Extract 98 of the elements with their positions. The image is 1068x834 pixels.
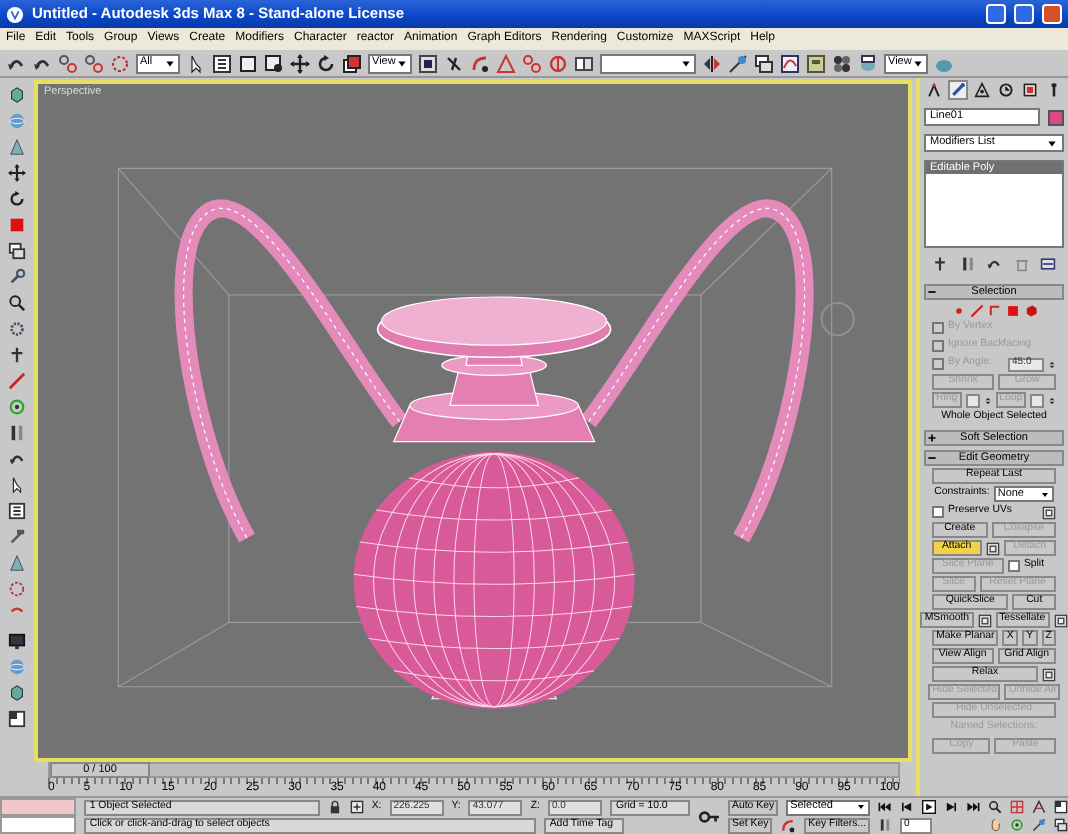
modify-icon[interactable] bbox=[948, 80, 968, 100]
wrench-icon[interactable] bbox=[7, 268, 25, 286]
create-icon[interactable] bbox=[924, 80, 944, 100]
mirror-icon[interactable] bbox=[702, 53, 722, 73]
go-to-end-icon[interactable] bbox=[966, 800, 980, 814]
app-icon bbox=[6, 5, 24, 23]
maximize-button[interactable] bbox=[1014, 4, 1034, 24]
pin-icon[interactable] bbox=[932, 256, 948, 272]
bars-icon[interactable] bbox=[878, 818, 892, 832]
go-to-start-icon[interactable] bbox=[878, 800, 892, 814]
spinner-arrows-icon[interactable] bbox=[983, 393, 992, 407]
hand-icon[interactable] bbox=[988, 818, 1002, 832]
dropdown-arrow-icon bbox=[396, 57, 408, 69]
maximize-icon[interactable] bbox=[7, 710, 25, 728]
move-arrows-icon[interactable] bbox=[290, 53, 310, 73]
vertex-icon[interactable] bbox=[951, 303, 965, 317]
script-input-field[interactable] bbox=[0, 816, 76, 834]
motion-icon[interactable] bbox=[996, 80, 1016, 100]
rotate-arrow-icon[interactable] bbox=[7, 190, 25, 208]
scale-squares-icon[interactable] bbox=[342, 53, 362, 73]
dropdown[interactable] bbox=[600, 53, 696, 73]
circles-icon[interactable] bbox=[522, 53, 542, 73]
hammer-icon[interactable] bbox=[7, 528, 25, 546]
cone-icon[interactable] bbox=[7, 554, 25, 572]
curved-arrow-icon[interactable] bbox=[7, 450, 25, 468]
configure-icon[interactable] bbox=[1040, 256, 1056, 272]
vase-drawing[interactable] bbox=[174, 199, 814, 709]
snap-curve-icon[interactable] bbox=[780, 817, 797, 833]
rotate-arrow-icon[interactable] bbox=[316, 53, 336, 73]
gear-icon[interactable] bbox=[7, 320, 25, 338]
plus-box-icon[interactable] bbox=[349, 800, 364, 814]
dropdown-arrow-icon bbox=[1046, 137, 1058, 149]
checkbox[interactable] bbox=[1007, 560, 1020, 572]
link-icon[interactable] bbox=[84, 53, 104, 73]
box-icon[interactable] bbox=[7, 86, 25, 104]
spheres-icon[interactable] bbox=[832, 53, 852, 73]
spinner-arrows-icon[interactable] bbox=[1048, 357, 1056, 371]
lock-icon[interactable] bbox=[327, 800, 342, 814]
dropdown-arrow-icon bbox=[856, 802, 866, 812]
link-icon[interactable] bbox=[58, 53, 78, 73]
dropdown-arrow-icon bbox=[912, 57, 924, 69]
search-icon[interactable] bbox=[988, 800, 1002, 814]
layers-icon[interactable] bbox=[754, 53, 774, 73]
maximize-icon[interactable] bbox=[1054, 800, 1068, 814]
dropdown-arrow-icon bbox=[680, 57, 692, 69]
align-icon[interactable] bbox=[728, 53, 748, 73]
snap-curve-icon[interactable] bbox=[470, 53, 490, 73]
curve-editor-icon[interactable] bbox=[780, 53, 800, 73]
circle-outline bbox=[820, 302, 855, 337]
monitor-icon[interactable] bbox=[7, 632, 25, 650]
dropdown-arrow-icon bbox=[164, 57, 176, 69]
dashed-ring-icon[interactable] bbox=[110, 53, 130, 73]
settings-icon[interactable] bbox=[985, 541, 1000, 555]
next-frame-icon[interactable] bbox=[944, 800, 958, 814]
search-icon[interactable] bbox=[7, 294, 25, 312]
color-swatch[interactable] bbox=[1048, 109, 1064, 125]
polygon-icon[interactable] bbox=[7, 216, 25, 234]
field-of-view-icon[interactable] bbox=[1032, 800, 1046, 814]
settings-icon[interactable] bbox=[1042, 667, 1056, 681]
border-icon[interactable] bbox=[987, 303, 1001, 317]
settings-icon[interactable] bbox=[977, 613, 992, 627]
cone-icon[interactable] bbox=[7, 138, 25, 156]
layers-icon[interactable] bbox=[7, 242, 25, 260]
schematic-icon[interactable] bbox=[806, 53, 826, 73]
align-icon[interactable] bbox=[1032, 818, 1046, 832]
spinner-arrows-icon[interactable] bbox=[1048, 393, 1056, 407]
cross-lines-icon[interactable] bbox=[444, 53, 464, 73]
previous-frame-icon[interactable] bbox=[900, 800, 914, 814]
dashed-ring-icon[interactable] bbox=[7, 580, 25, 598]
bars-icon[interactable] bbox=[7, 424, 25, 442]
layers-icon[interactable] bbox=[1054, 818, 1068, 832]
edge-icon[interactable] bbox=[969, 303, 983, 317]
hierarchy-icon[interactable] bbox=[972, 80, 992, 100]
checkbox[interactable] bbox=[932, 506, 944, 518]
grid-zoom-icon[interactable] bbox=[1010, 800, 1024, 814]
move-arrows-icon[interactable] bbox=[7, 164, 25, 182]
edge-icon[interactable] bbox=[7, 372, 25, 390]
bars-icon[interactable] bbox=[959, 256, 975, 272]
script-listener-field[interactable] bbox=[0, 798, 76, 816]
display-icon[interactable] bbox=[1020, 80, 1040, 100]
box-icon[interactable] bbox=[7, 684, 25, 702]
edit-set-icon[interactable] bbox=[574, 53, 594, 73]
list-icon[interactable] bbox=[7, 502, 25, 520]
minimize-button[interactable] bbox=[986, 4, 1006, 24]
pin-icon[interactable] bbox=[7, 346, 25, 364]
settings-icon[interactable] bbox=[1042, 505, 1056, 519]
close-button[interactable] bbox=[1042, 4, 1062, 24]
polygon-icon[interactable] bbox=[1005, 303, 1019, 317]
pivot-icon[interactable] bbox=[418, 53, 438, 73]
square-icon[interactable] bbox=[238, 53, 258, 73]
settings-icon[interactable] bbox=[1053, 613, 1068, 627]
play-icon[interactable] bbox=[922, 800, 936, 814]
list-icon[interactable] bbox=[212, 53, 232, 73]
key-icon[interactable] bbox=[698, 805, 720, 827]
cursor-icon[interactable] bbox=[7, 476, 25, 494]
curved-arrow-icon[interactable] bbox=[986, 256, 1002, 272]
orbit-icon[interactable] bbox=[7, 398, 25, 416]
dropdown-arrow-icon bbox=[1039, 489, 1050, 499]
